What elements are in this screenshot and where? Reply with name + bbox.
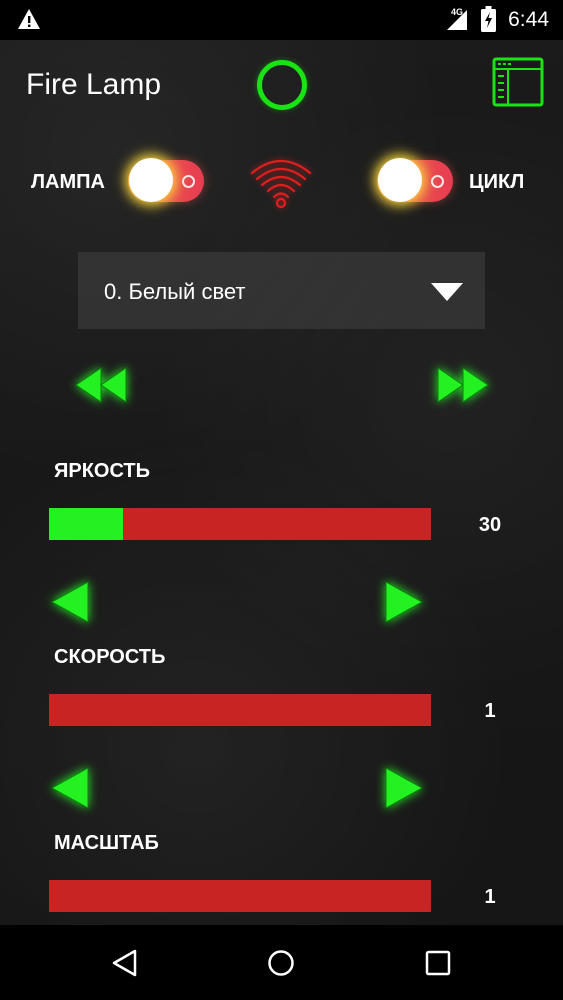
speed-decrease-icon[interactable]	[50, 766, 90, 810]
cycle-toggle-knob	[378, 158, 422, 202]
clock: 6:44	[508, 8, 549, 31]
app-screen: 4G 6:44 Fire Lamp ЛАМПА ЦИКЛ 0. Белый св…	[0, 0, 563, 1000]
window-menu-icon[interactable]	[492, 57, 544, 107]
speed-increase-icon[interactable]	[384, 766, 424, 810]
scale-slider[interactable]	[49, 880, 431, 912]
cycle-toggle[interactable]	[377, 158, 453, 204]
brightness-slider-fill	[49, 508, 124, 540]
status-bar: 4G 6:44	[0, 0, 563, 40]
mode-dropdown-value: 0. Белый свет	[104, 279, 246, 304]
back-icon[interactable]	[112, 949, 138, 977]
brightness-slider[interactable]	[49, 508, 431, 540]
fast-forward-icon[interactable]	[436, 366, 490, 404]
warning-icon	[18, 9, 40, 29]
brightness-decrease-icon[interactable]	[50, 580, 90, 624]
speed-value: 1	[484, 700, 496, 722]
brightness-label: ЯРКОСТЬ	[54, 460, 151, 482]
rewind-icon[interactable]	[74, 366, 128, 404]
lamp-toggle-knob	[129, 158, 173, 202]
caret-down-icon	[431, 283, 463, 301]
signal-icon	[447, 10, 467, 30]
lamp-toggle-label: ЛАМПА	[31, 171, 105, 193]
home-icon[interactable]	[267, 949, 295, 977]
speed-slider[interactable]	[49, 694, 431, 726]
brightness-value: 30	[478, 514, 502, 536]
wifi-icon	[250, 160, 312, 209]
app-title: Fire Lamp	[26, 68, 162, 101]
scale-value: 1	[484, 886, 496, 908]
mode-dropdown[interactable]: 0. Белый свет	[78, 252, 485, 329]
brightness-increase-icon[interactable]	[384, 580, 424, 624]
lamp-toggle[interactable]	[128, 158, 204, 204]
ring-indicator-icon[interactable]	[257, 60, 307, 110]
lamp-toggle-off-indicator	[182, 175, 195, 188]
scale-label: МАСШТАБ	[54, 832, 159, 854]
system-nav-bar	[0, 925, 563, 1000]
battery-icon	[481, 6, 496, 32]
cycle-toggle-off-indicator	[431, 175, 444, 188]
recents-icon[interactable]	[425, 950, 451, 976]
cycle-toggle-label: ЦИКЛ	[469, 171, 525, 193]
speed-label: СКОРОСТЬ	[54, 646, 166, 668]
